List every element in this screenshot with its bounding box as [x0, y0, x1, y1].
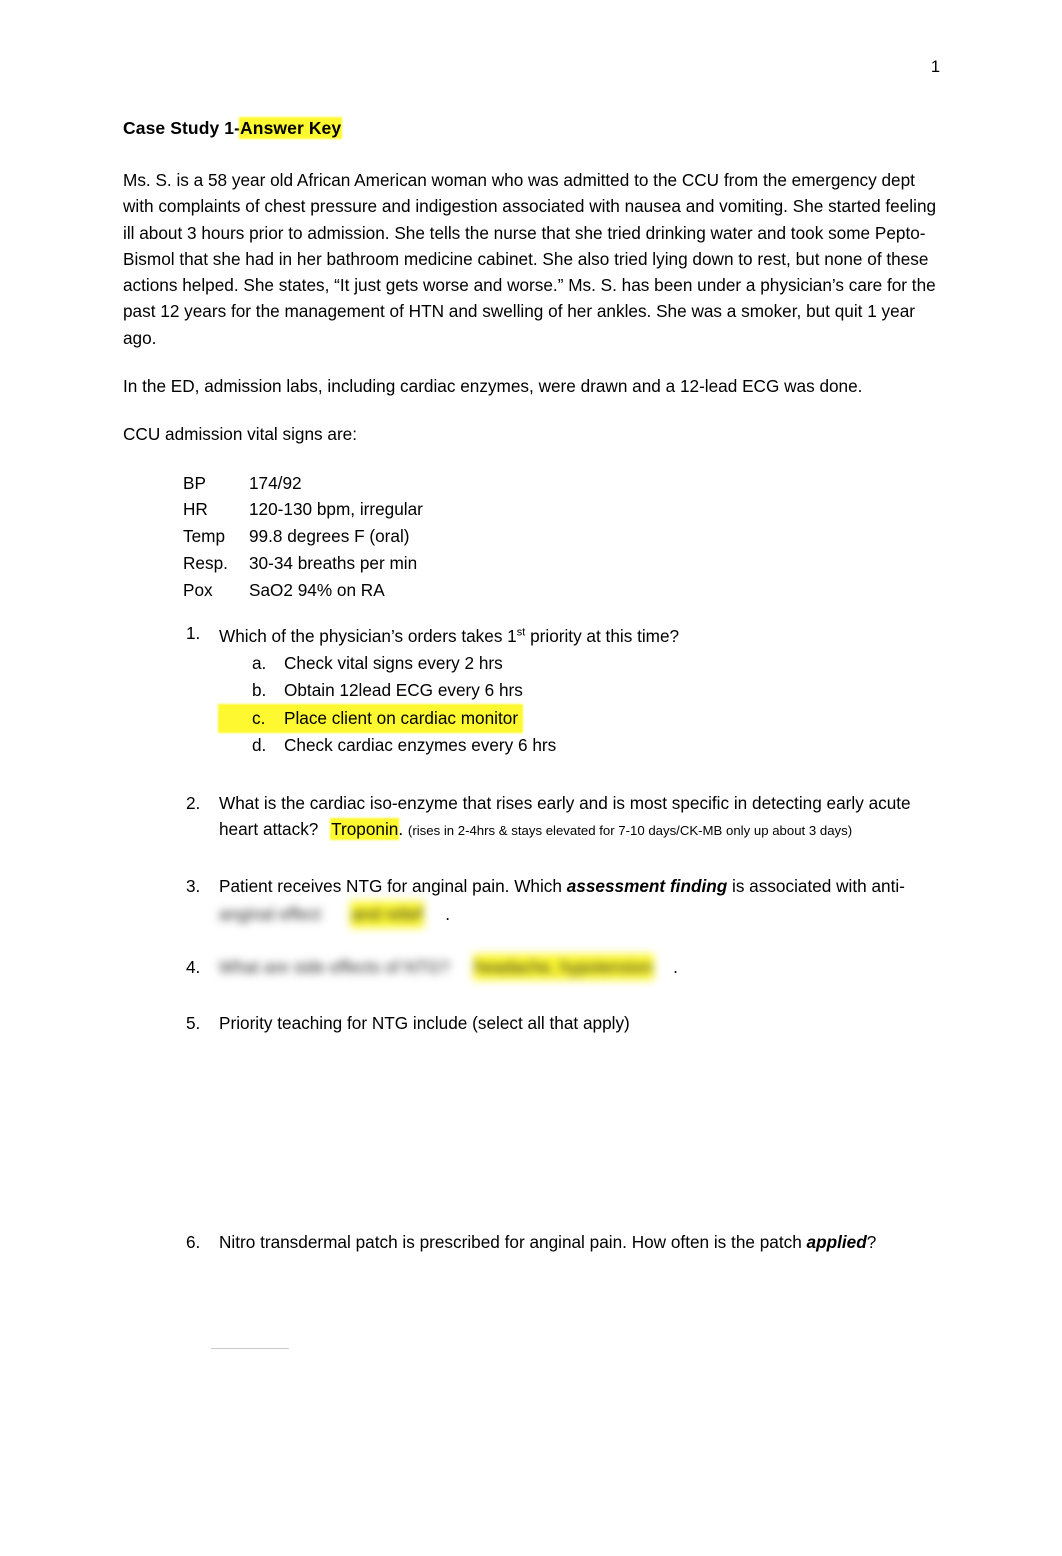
question-number: 6.	[186, 1231, 201, 1252]
question-3-text-end: is associated with anti-	[727, 875, 905, 896]
footer-divider	[211, 1348, 289, 1349]
question-number: 5.	[186, 1013, 201, 1034]
choice-letter: c.	[252, 707, 266, 728]
vital-value: 174/92	[249, 472, 302, 493]
redacted-trailing-dot: .	[673, 956, 678, 977]
question-6: 6. Nitro transdermal patch is prescribed…	[123, 1229, 941, 1256]
choice-text: Check cardiac enzymes every 6 hrs	[284, 735, 557, 756]
question-2-answer-punct: .	[398, 819, 404, 840]
question-list: 1. Which of the physician’s orders takes…	[123, 620, 941, 1256]
question-4: 4. What are side effects of NTG? headach…	[123, 953, 941, 981]
question-3-emphasis-inding: inding	[675, 875, 728, 896]
choice-c: c. Place client on cardiac monitor	[219, 704, 523, 733]
question-text: Nitro transdermal patch is prescribed fo…	[219, 1232, 876, 1252]
title-prefix: Case Study 1-	[123, 118, 241, 138]
case-paragraph-2: In the ED, admission labs, including car…	[123, 376, 863, 397]
question-2-note: (rises in 2-4hrs & stays elevated for 7-…	[407, 823, 853, 839]
choice-text: Place client on cardiac monitor	[284, 707, 519, 728]
vital-value: SaO2 94% on RA	[249, 579, 385, 600]
choice-letter: a.	[252, 652, 267, 673]
document-page: 1 Case Study 1-Answer Key Ms. S. is a 58…	[0, 0, 1062, 1556]
choice-text: Obtain 12lead ECG every 6 hrs	[284, 680, 523, 701]
title-highlight: Answer Key	[240, 118, 342, 138]
redacted-plain: What are side effects of NTG?	[219, 956, 450, 977]
question-6-text-start: Nitro transdermal patch is prescribed fo…	[219, 1231, 807, 1252]
choice-letter: d.	[252, 735, 267, 756]
question-text-after: priority at this time?	[525, 626, 680, 647]
redacted-plain: anginal effect	[219, 904, 321, 925]
question-6-emphasis: applied	[806, 1231, 867, 1252]
question-text: Patient receives NTG for anginal pain. W…	[219, 876, 905, 896]
choice-a: a. Check vital signs every 2 hrs	[219, 650, 941, 678]
question-3-text-start: Patient receives NTG for anginal pain. W…	[219, 875, 567, 896]
question-number: 4.	[186, 956, 201, 977]
redacted-highlight: and relief	[349, 901, 425, 928]
page-number: 1	[930, 58, 940, 76]
vital-label: HR	[183, 499, 208, 520]
vital-row: Temp 99.8 degrees F (oral)	[183, 523, 941, 550]
question-1: 1. Which of the physician’s orders takes…	[123, 620, 941, 760]
choice-b: b. Obtain 12lead ECG every 6 hrs	[219, 677, 941, 705]
vital-value: 120-130 bpm, irregular	[249, 499, 423, 520]
question-number: 3.	[186, 875, 201, 896]
question-text-before: Which of the physician’s orders takes 1	[219, 626, 517, 647]
vital-row: Pox SaO2 94% on RA	[183, 577, 941, 604]
question-number: 2.	[186, 792, 201, 813]
vital-row: BP 174/92	[183, 470, 941, 497]
case-paragraph-1: Ms. S. is a 58 year old African American…	[123, 170, 937, 348]
choice-text: Check vital signs every 2 hrs	[284, 652, 503, 673]
choice-d: d. Check cardiac enzymes every 6 hrs	[219, 732, 941, 760]
question-6-text-end: ?	[866, 1231, 877, 1252]
vital-value: 99.8 degrees F (oral)	[249, 526, 410, 547]
vital-label: BP	[183, 472, 206, 493]
redacted-trailing-dot: .	[445, 904, 450, 925]
question-3-redacted-answer: anginal effect and relief .	[219, 901, 941, 928]
question-2: 2. What is the cardiac iso-enzyme that r…	[123, 790, 941, 845]
answer-choices: a. Check vital signs every 2 hrs b. Obta…	[219, 650, 941, 760]
question-number: 1.	[186, 622, 201, 643]
question-5: 5. Priority teaching for NTG include (se…	[123, 1010, 941, 1037]
vital-label: Temp	[183, 526, 226, 547]
question-text: Which of the physician’s orders takes 1s…	[219, 626, 679, 646]
question-3: 3. Patient receives NTG for anginal pain…	[123, 873, 941, 928]
question-text: Priority teaching for NTG include (selec…	[219, 1013, 630, 1034]
vital-row: HR 120-130 bpm, irregular	[183, 496, 941, 523]
vital-value: 30-34 breaths per min	[249, 553, 418, 574]
document-content: Case Study 1-Answer Key Ms. S. is a 58 y…	[123, 118, 941, 1277]
question-2-answer: Troponin	[331, 819, 399, 840]
case-paragraph-3: CCU admission vital signs are:	[123, 424, 358, 445]
choice-letter: b.	[252, 680, 267, 701]
vital-label: Pox	[183, 579, 213, 600]
redacted-highlight: headache, hypotension	[472, 953, 655, 981]
vital-signs-list: BP 174/92 HR 120-130 bpm, irregular Temp…	[183, 470, 941, 604]
page-title: Case Study 1-Answer Key	[123, 118, 941, 139]
vital-row: Resp. 30-34 breaths per min	[183, 550, 941, 577]
vital-label: Resp.	[183, 553, 228, 574]
question-3-emphasis-assessment: assessment	[566, 875, 666, 896]
